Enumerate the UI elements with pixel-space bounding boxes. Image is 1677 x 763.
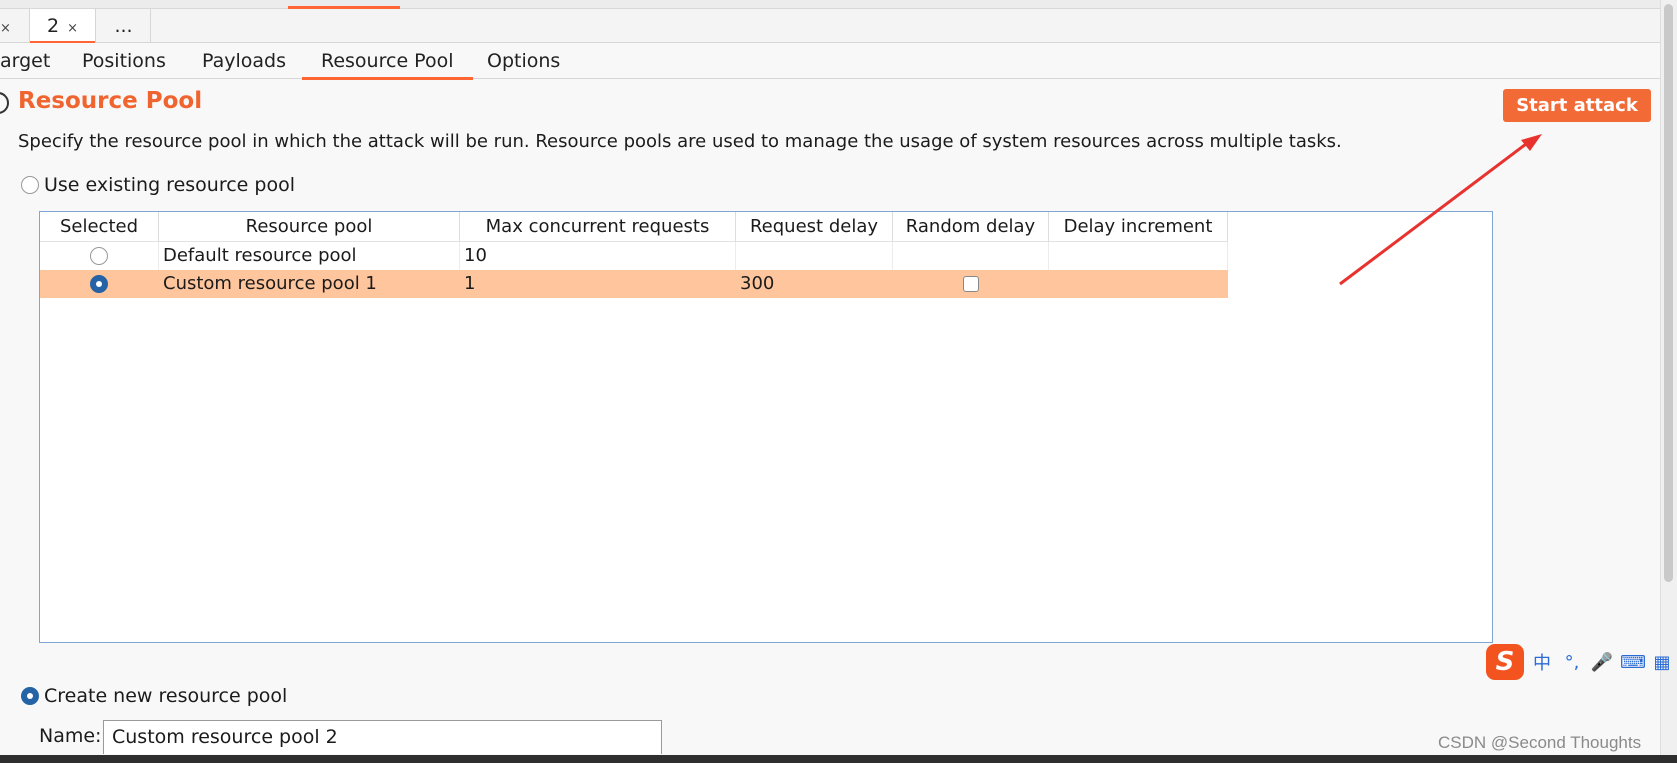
pool-name-input[interactable]: Custom resource pool 2 <box>103 720 662 754</box>
bottom-taskbar <box>0 755 1677 763</box>
keyboard-icon[interactable]: ⌨ <box>1620 652 1646 673</box>
grid-menu-icon[interactable]: ▦ <box>1650 652 1674 673</box>
col-delay-increment[interactable]: Delay increment <box>1049 212 1228 242</box>
table-row-selected[interactable]: Custom resource pool 1 1 300 <box>40 270 1228 298</box>
pool-name-cell: Default resource pool <box>159 242 460 270</box>
chinese-mode-icon[interactable]: 中 <box>1530 649 1554 675</box>
tab-positions[interactable]: Positions <box>82 43 166 79</box>
sogou-logo-icon[interactable]: S <box>1486 644 1524 680</box>
create-new-option[interactable]: Create new resource pool <box>21 685 287 707</box>
tab-options[interactable]: Options <box>487 43 560 79</box>
create-new-label: Create new resource pool <box>44 685 288 707</box>
tab-payloads[interactable]: Payloads <box>202 43 286 79</box>
row-select-radio[interactable] <box>90 275 108 293</box>
request-delay-cell <box>736 242 893 270</box>
use-existing-label: Use existing resource pool <box>44 174 295 196</box>
punctuation-icon[interactable]: °, <box>1560 652 1584 673</box>
use-existing-option[interactable]: Use existing resource pool <box>21 174 295 196</box>
col-random-delay[interactable]: Random delay <box>893 212 1049 242</box>
start-attack-button[interactable]: Start attack <box>1503 89 1651 122</box>
request-delay-cell: 300 <box>740 273 775 294</box>
delay-increment-cell <box>1049 242 1228 270</box>
intruder-subtabs: arget Positions Payloads Resource Pool O… <box>0 43 1677 80</box>
use-existing-radio[interactable] <box>21 176 39 194</box>
delay-increment-cell <box>1049 270 1228 298</box>
watermark: CSDN @Second Thoughts <box>1438 733 1642 752</box>
table-row[interactable]: Default resource pool 10 <box>40 242 1228 270</box>
ime-toolbar: S 中 °, 🎤 ⌨ ▦ <box>1486 644 1674 680</box>
pool-name-cell: Custom resource pool 1 <box>163 273 377 294</box>
more-tabs-label: ... <box>114 15 133 37</box>
tab-2[interactable]: 2 × <box>29 9 96 44</box>
resource-pool-table: Selected Resource pool Max concurrent re… <box>39 211 1493 643</box>
create-new-radio[interactable] <box>21 687 39 705</box>
top-menu-strip <box>0 0 1677 9</box>
col-request-delay[interactable]: Request delay <box>736 212 893 242</box>
tab-label: 2 <box>47 15 60 37</box>
section-title: Resource Pool <box>18 88 203 114</box>
max-concurrent-cell: 10 <box>460 242 736 270</box>
col-selected[interactable]: Selected <box>40 212 159 242</box>
microphone-icon[interactable]: 🎤 <box>1590 652 1614 673</box>
section-collapse-icon[interactable] <box>0 92 9 114</box>
section-description: Specify the resource pool in which the a… <box>18 131 1342 152</box>
attack-tabs: × 2 × ... <box>0 9 1677 44</box>
tab-close-icon[interactable]: × <box>67 21 78 36</box>
tab-more[interactable]: ... <box>97 9 151 43</box>
random-delay-cell <box>893 242 1049 270</box>
max-concurrent-cell: 1 <box>464 273 476 294</box>
name-label: Name: <box>39 725 102 747</box>
col-max-concurrent[interactable]: Max concurrent requests <box>460 212 736 242</box>
scrollbar-thumb[interactable] <box>1664 4 1673 582</box>
tab-resource-pool[interactable]: Resource Pool <box>301 43 475 80</box>
col-resource-pool[interactable]: Resource pool <box>159 212 460 242</box>
row-select-radio[interactable] <box>90 247 108 265</box>
tab-1[interactable]: × <box>0 9 28 43</box>
tab-target[interactable]: arget <box>0 43 50 79</box>
tab-close-icon[interactable]: × <box>0 21 11 36</box>
random-delay-checkbox[interactable] <box>962 276 979 292</box>
table-header: Selected Resource pool Max concurrent re… <box>40 212 1228 242</box>
